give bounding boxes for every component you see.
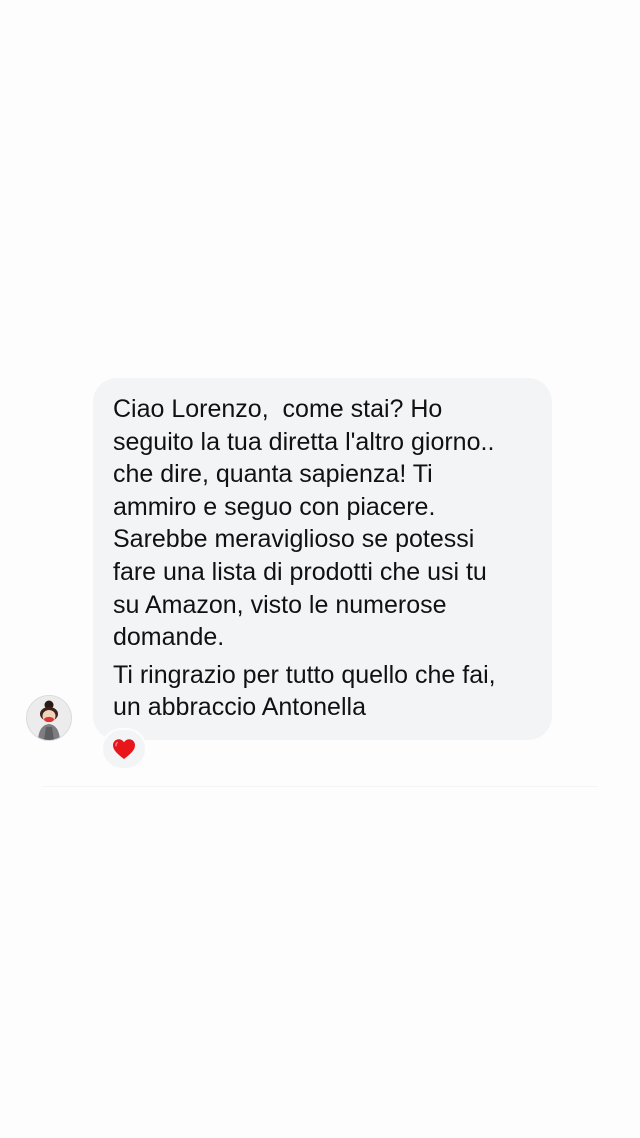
message-line: Ciao Lorenzo, come stai? Ho xyxy=(113,395,443,423)
heart-icon xyxy=(113,739,135,759)
avatar-icon xyxy=(27,696,71,740)
message-line: che dire, quanta sapienza! Ti xyxy=(113,460,433,489)
reaction-badge[interactable] xyxy=(101,728,147,770)
message-paragraph: Ti ringrazio per tutto quello che fai, un… xyxy=(113,659,534,724)
message-line: Ti ringrazio per tutto quello che fai, xyxy=(113,660,496,689)
message-line: seguito la tua diretta l'altro giorno.. xyxy=(113,427,495,456)
divider xyxy=(42,786,598,787)
avatar[interactable] xyxy=(26,695,72,741)
message-row: Ciao Lorenzo, come stai? Ho seguito la tu… xyxy=(0,0,640,1138)
message-line: un abbraccio Antonella xyxy=(113,693,366,722)
message-bubble[interactable]: Ciao Lorenzo, come stai? Ho seguito la tu… xyxy=(93,378,552,740)
message-line: fare una lista di prodotti che usi tu xyxy=(113,557,487,586)
message-paragraph: Ciao Lorenzo, come stai? Ho seguito la tu… xyxy=(113,393,534,654)
message-line: ammiro e seguo con piacere. xyxy=(113,492,436,521)
message-line: domande. xyxy=(113,623,225,652)
message-line: su Amazon, visto le numerose xyxy=(113,590,447,619)
message-line: Sarebbe meraviglioso se potessi xyxy=(113,525,475,554)
